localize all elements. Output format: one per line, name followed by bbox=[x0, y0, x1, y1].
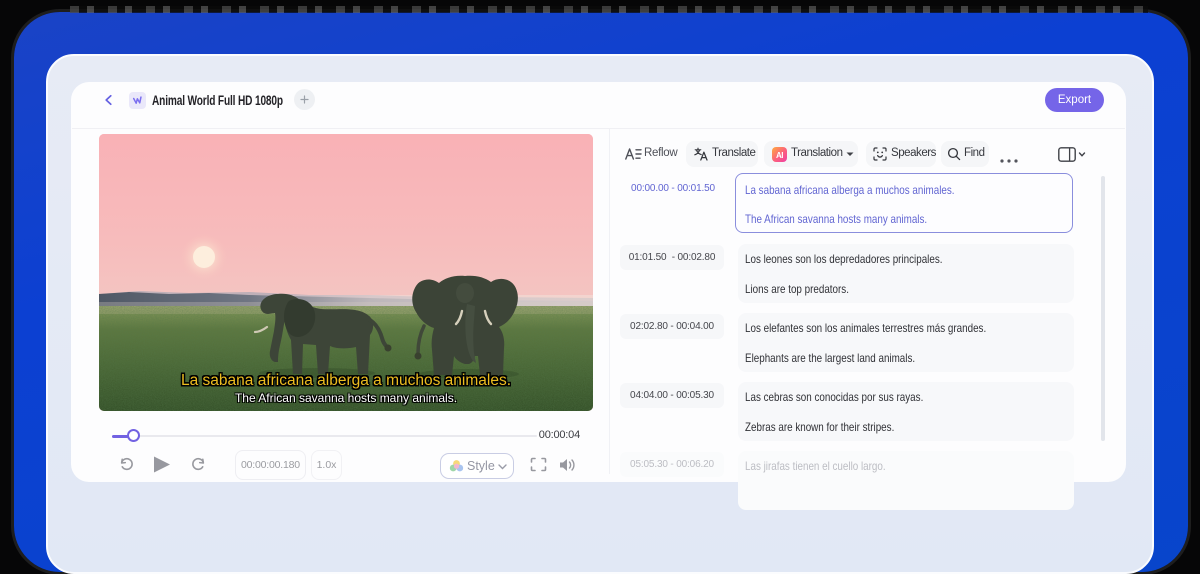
svg-text:AI: AI bbox=[776, 150, 783, 159]
